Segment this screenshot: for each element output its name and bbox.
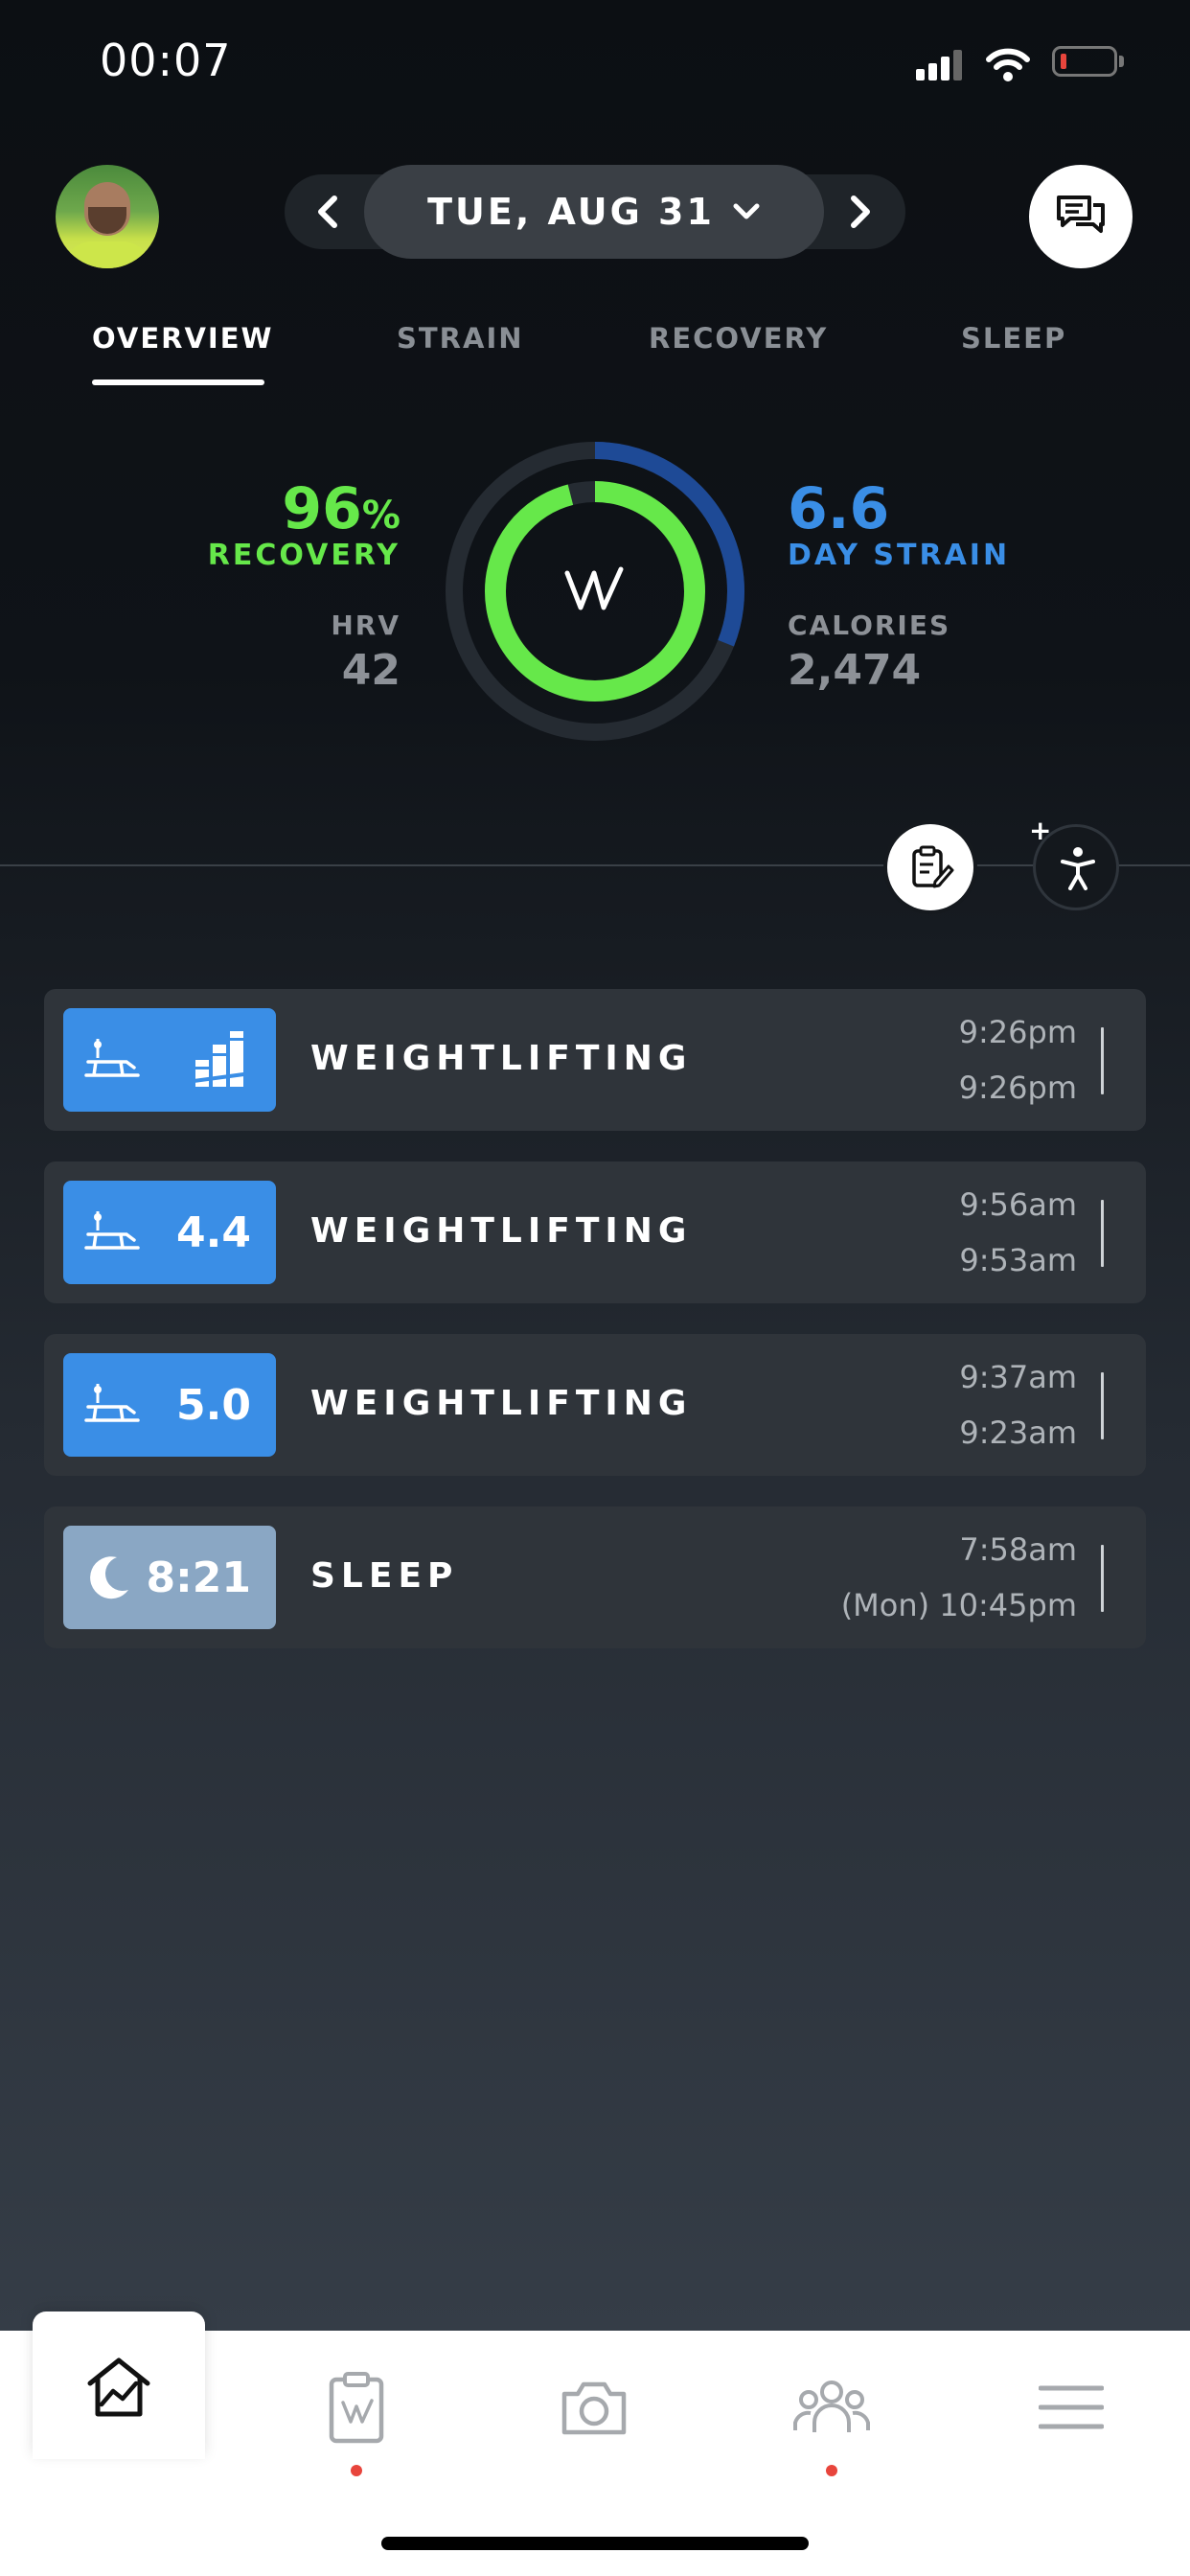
activity-row[interactable]: WEIGHTLIFTING 9:26pm 9:26pm (44, 989, 1146, 1131)
recovery-arc (485, 481, 705, 702)
moon-icon (90, 1556, 128, 1599)
activity-start-time: 9:23am (959, 1414, 1077, 1451)
recovery-value: 96% (282, 475, 400, 542)
status-time: 00:07 (100, 34, 232, 86)
activity-title: WEIGHTLIFTING (310, 1211, 693, 1251)
activity-end-time: 9:56am (959, 1186, 1077, 1223)
chevron-left-icon (318, 196, 337, 228)
camera-tab[interactable] (537, 2359, 652, 2455)
hrv-label: HRV (331, 610, 400, 641)
journal-tab[interactable] (299, 2359, 414, 2455)
hrv-value: 42 (341, 646, 400, 695)
time-range-line (1101, 1027, 1104, 1094)
time-range-line (1101, 1372, 1104, 1439)
strain-value: 6.6 (788, 475, 890, 542)
avatar[interactable] (56, 165, 159, 268)
home-indicator (381, 2537, 809, 2550)
recovery-label: RECOVERY (207, 539, 400, 572)
calories-label: CALORIES (788, 610, 951, 641)
weightlifting-icon (84, 1211, 140, 1250)
activity-title: WEIGHTLIFTING (310, 1384, 693, 1423)
weightlifting-icon (84, 1039, 140, 1077)
activity-row[interactable]: 4.4 WEIGHTLIFTING 9:56am 9:53am (44, 1162, 1146, 1303)
activity-end-time: 7:58am (959, 1531, 1077, 1568)
date-label: TUE, AUG 31 (427, 191, 715, 233)
activity-row[interactable]: 8:21 SLEEP 7:58am (Mon) 10:45pm (44, 1506, 1146, 1648)
chat-button[interactable] (1029, 165, 1133, 268)
activity-row[interactable]: 5.0 WEIGHTLIFTING 9:37am 9:23am (44, 1334, 1146, 1476)
camera-icon (561, 2381, 627, 2435)
home-tab[interactable] (33, 2312, 205, 2459)
bars-pending-icon (194, 1031, 251, 1087)
journal-button[interactable] (887, 824, 973, 910)
menu-tab[interactable] (1014, 2359, 1129, 2455)
community-icon (793, 2380, 870, 2432)
wifi-icon (986, 48, 1030, 81)
recovery-strain-dial[interactable] (443, 439, 747, 744)
prev-day-button[interactable] (299, 183, 356, 241)
add-activity-icon (1061, 847, 1095, 890)
notification-dot (826, 2465, 837, 2476)
date-selector[interactable]: TUE, AUG 31 (364, 165, 824, 259)
strain-label: DAY STRAIN (788, 539, 1011, 572)
time-range-line (1101, 1200, 1104, 1267)
activity-end-time: 9:26pm (958, 1014, 1077, 1050)
tab-strain[interactable]: STRAIN (397, 322, 524, 355)
activity-start-time: 9:26pm (958, 1070, 1077, 1106)
journal-icon (912, 845, 954, 888)
notification-dot (351, 2465, 362, 2476)
activity-badge: 8:21 (63, 1526, 276, 1629)
activity-strain: 4.4 (176, 1208, 251, 1257)
weightlifting-icon (84, 1384, 140, 1422)
menu-icon (1039, 2385, 1104, 2429)
activity-title: WEIGHTLIFTING (310, 1039, 693, 1078)
community-tab[interactable] (774, 2359, 889, 2455)
section-divider (0, 864, 1190, 866)
tab-active-indicator (92, 380, 264, 385)
time-range-line (1101, 1545, 1104, 1612)
sleep-duration: 8:21 (146, 1552, 251, 1602)
chevron-right-icon (851, 196, 870, 228)
tab-overview[interactable]: OVERVIEW (92, 322, 274, 355)
home-icon (87, 2358, 150, 2417)
activity-start-time: (Mon) 10:45pm (840, 1587, 1077, 1623)
activity-end-time: 9:37am (959, 1359, 1077, 1395)
activity-start-time: 9:53am (959, 1242, 1077, 1278)
activity-strain: 5.0 (176, 1380, 251, 1430)
activity-badge: 4.4 (63, 1181, 276, 1284)
battery-icon (1052, 46, 1125, 80)
whoop-clipboard-icon (329, 2372, 384, 2444)
next-day-button[interactable] (832, 183, 889, 241)
tab-sleep[interactable]: SLEEP (961, 322, 1066, 355)
chevron-down-icon (733, 203, 760, 219)
activity-title: SLEEP (310, 1556, 459, 1596)
chat-icon (1057, 196, 1105, 233)
activity-badge: 5.0 (63, 1353, 276, 1457)
whoop-logo-icon (564, 566, 624, 610)
calories-value: 2,474 (788, 646, 922, 695)
activity-badge (63, 1008, 276, 1112)
tab-recovery[interactable]: RECOVERY (649, 322, 828, 355)
add-plus-icon: + (1029, 815, 1052, 846)
signal-icon (916, 50, 966, 80)
